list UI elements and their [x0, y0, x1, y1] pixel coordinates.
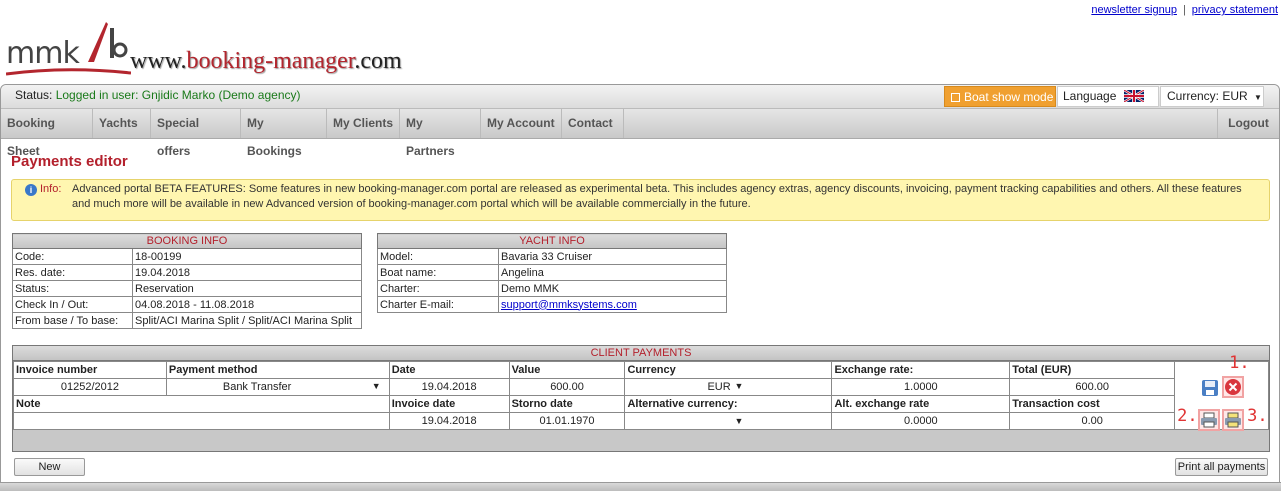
annotation-1: 1.: [1229, 353, 1250, 373]
info-banner: i Info: Advanced portal BETA FEATURES: S…: [11, 179, 1270, 221]
payment-actions-cell: 1. 2. 3.: [1174, 353, 1269, 431]
nav-booking-sheet[interactable]: Booking Sheet: [1, 109, 93, 158]
main-frame: Status: Logged in user: Gnjidic Marko (D…: [0, 84, 1280, 490]
logo-swoosh-icon: [6, 68, 131, 76]
newsletter-signup-link[interactable]: newsletter signup: [1091, 4, 1177, 16]
transaction-cost-field[interactable]: 0.00: [1009, 412, 1176, 430]
table-row: 19.04.2018 01.01.1970 ▼ 0.0000 0.00: [13, 412, 1269, 430]
logo-mark-icon: [88, 22, 128, 62]
print-invoice-icon[interactable]: [1224, 411, 1242, 429]
nav-special-offers[interactable]: Special offers: [151, 109, 241, 158]
link-separator: |: [1182, 4, 1186, 16]
currency-select[interactable]: Currency: EUR ▼: [1160, 86, 1264, 107]
table-row: Code: 18-00199: [12, 248, 362, 265]
print-all-payments-button[interactable]: Print all payments: [1175, 458, 1268, 476]
table-row: 01252/2012 Bank Transfer ▼ 19.04.2018 600…: [13, 378, 1269, 396]
booking-info-table: BOOKING INFO Code: 18-00199 Res. date: 19.…: [12, 233, 362, 329]
top-links: newsletter signup | privacy statement: [1091, 4, 1278, 16]
bottom-bar: [0, 482, 1281, 491]
info-text: Advanced portal BETA FEATURES: Some feat…: [72, 183, 1242, 210]
chevron-down-icon: ▼: [734, 416, 744, 426]
yacht-info-title: YACHT INFO: [377, 233, 727, 249]
privacy-statement-link[interactable]: privacy statement: [1192, 4, 1278, 16]
info-label: Info:: [40, 183, 62, 195]
client-payments-table: Invoice number Payment method Date Value…: [13, 353, 1269, 431]
chevron-down-icon: ▼: [371, 381, 381, 391]
login-status: Status: Logged in user: Gnjidic Marko (D…: [15, 88, 301, 102]
table-header-row: Invoice number Payment method Date Value…: [13, 353, 1269, 431]
alternative-currency-select[interactable]: ▼: [624, 412, 833, 430]
yacht-info-table: YACHT INFO Model: Bavaria 33 Cruiser Boat…: [377, 233, 727, 313]
table-row: Check In / Out: 04.08.2018 - 11.08.2018: [12, 296, 362, 313]
table-row: Res. date: 19.04.2018: [12, 264, 362, 281]
info-icon: i: [25, 184, 37, 196]
new-payment-button[interactable]: New: [14, 458, 85, 476]
chevron-down-icon: ▼: [1254, 93, 1262, 102]
table-row: Status: Reservation: [12, 280, 362, 297]
status-bar: Status: Logged in user: Gnjidic Marko (D…: [1, 85, 1279, 121]
note-field[interactable]: [13, 412, 390, 430]
annotation-3: 3.: [1247, 406, 1268, 426]
nav-yachts[interactable]: Yachts: [93, 109, 151, 138]
value-field[interactable]: 600.00: [508, 378, 626, 396]
logo-url: www.booking-manager.com: [130, 48, 402, 74]
exchange-rate-field[interactable]: 1.0000: [831, 378, 1011, 396]
nav-my-partners[interactable]: My Partners: [400, 109, 481, 158]
boat-show-mode-toggle[interactable]: Boat show mode: [944, 86, 1056, 107]
nav-contact[interactable]: Contact: [562, 109, 624, 138]
payment-method-select[interactable]: Bank Transfer ▼: [165, 378, 390, 396]
storno-date-field[interactable]: 01.01.1970: [508, 412, 626, 430]
page-title: Payments editor: [11, 153, 128, 170]
uk-flag-icon: [1123, 90, 1144, 102]
currency-select[interactable]: EUR ▼: [624, 378, 833, 396]
charter-email-link[interactable]: support@mmksystems.com: [501, 299, 637, 311]
print-icon[interactable]: [1200, 411, 1218, 429]
checkbox-icon: [951, 93, 960, 102]
save-icon[interactable]: [1201, 379, 1219, 397]
invoice-date-field[interactable]: 19.04.2018: [388, 412, 510, 430]
invoice-number-field[interactable]: 01252/2012: [13, 378, 167, 396]
table-row: Charter: Demo MMK: [377, 280, 727, 297]
chevron-down-icon: ▼: [734, 381, 744, 391]
main-nav: Booking Sheet Yachts Special offers My B…: [1, 109, 1279, 158]
table-row: Model: Bavaria 33 Cruiser: [377, 248, 727, 265]
total-eur-field: 600.00: [1009, 378, 1176, 396]
nav-my-bookings[interactable]: My Bookings: [241, 109, 327, 158]
alt-exchange-rate-field[interactable]: 0.0000: [831, 412, 1011, 430]
language-select[interactable]: Language ▼: [1057, 86, 1159, 121]
table-header-row: Note Invoice date Storno date Alternativ…: [13, 395, 1269, 413]
booking-info-title: BOOKING INFO: [12, 233, 362, 249]
logo-brand: mmk: [6, 36, 80, 71]
nav-my-account[interactable]: My Account: [481, 109, 562, 138]
annotation-2: 2.: [1177, 406, 1198, 426]
table-row: Boat name: Angelina: [377, 264, 727, 281]
table-row: Charter E-mail: support@mmksystems.com: [377, 296, 727, 313]
logout-button[interactable]: Logout: [1217, 109, 1279, 138]
site-logo[interactable]: mmk www.booking-manager.com: [6, 18, 426, 80]
client-payments-panel: CLIENT PAYMENTS Invoice number Payment m…: [12, 345, 1270, 452]
client-payments-title: CLIENT PAYMENTS: [13, 346, 1269, 361]
nav-my-clients[interactable]: My Clients: [327, 109, 400, 138]
table-row: From base / To base: Split/ACI Marina Spl…: [12, 312, 362, 329]
delete-icon[interactable]: [1224, 378, 1242, 396]
date-field[interactable]: 19.04.2018: [388, 378, 510, 396]
